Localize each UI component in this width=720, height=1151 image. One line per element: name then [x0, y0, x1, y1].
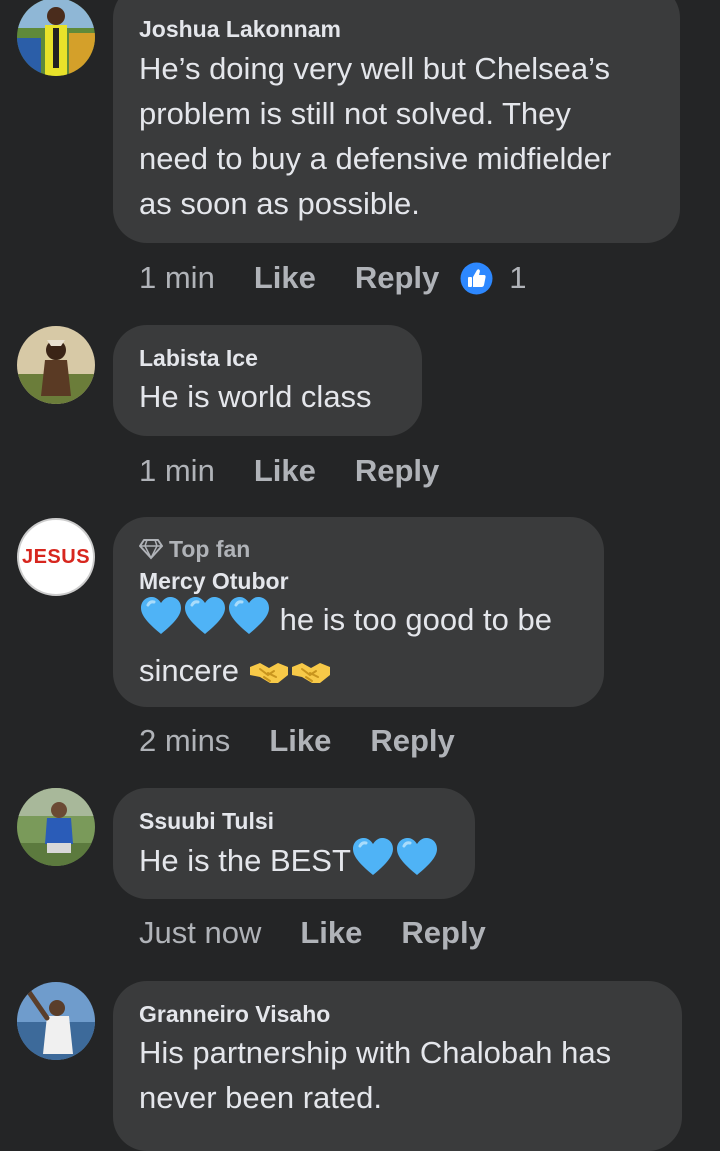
comment-actions: 2 mins Like Reply	[139, 721, 455, 761]
avatar-text: JESUS	[21, 545, 91, 568]
reply-button[interactable]: Reply	[355, 260, 439, 296]
handshake-emoji	[248, 654, 290, 699]
handshake-emoji	[290, 654, 332, 699]
blue-heart-emoji	[139, 596, 183, 648]
reaction-count: 1	[509, 260, 527, 295]
blue-heart-emoji	[395, 837, 439, 889]
comment-bubble: Joshua Lakonnam He’s doing very well but…	[113, 0, 680, 243]
comment-bubble: Labista Ice He is world class	[113, 325, 422, 436]
blue-heart-emoji	[183, 596, 227, 648]
comment-text: His partnership with Chalobah has never …	[139, 1035, 612, 1115]
reply-button[interactable]: Reply	[355, 453, 439, 489]
reply-button[interactable]: Reply	[401, 915, 485, 951]
like-button[interactable]: Like	[300, 915, 362, 951]
comment-text: He’s doing very well but Chelsea’s probl…	[139, 51, 612, 221]
comment-timestamp[interactable]: 1 min	[139, 260, 215, 296]
comment-author[interactable]: Labista Ice	[139, 343, 396, 373]
comment-author[interactable]: Joshua Lakonnam	[139, 14, 654, 44]
comment-author[interactable]: Granneiro Visaho	[139, 999, 656, 1029]
comment-bubble: Ssuubi Tulsi He is the BEST	[113, 788, 475, 899]
comment-bubble: Top fan Mercy Otubor he is too good to b…	[113, 517, 604, 707]
reply-button[interactable]: Reply	[370, 723, 454, 759]
comment-text: he is too good to be sincere	[139, 596, 578, 699]
avatar[interactable]	[17, 326, 95, 404]
reaction-summary[interactable]: 1	[460, 260, 527, 296]
comment-bubble: Granneiro Visaho His partnership with Ch…	[113, 981, 682, 1151]
blue-heart-emoji	[227, 596, 271, 648]
avatar[interactable]: JESUS	[17, 518, 95, 596]
comment-actions: 1 min Like Reply	[139, 451, 439, 491]
comment-timestamp[interactable]: 1 min	[139, 453, 215, 489]
top-fan-label: Top fan	[169, 536, 251, 562]
comment-author[interactable]: Mercy Otubor	[139, 566, 578, 596]
avatar[interactable]	[17, 788, 95, 866]
comment-timestamp[interactable]: Just now	[139, 915, 261, 951]
comment-actions: 1 min Like Reply 1	[139, 258, 527, 298]
avatar[interactable]	[17, 0, 95, 76]
comment-timestamp[interactable]: 2 mins	[139, 723, 230, 759]
like-button[interactable]: Like	[254, 453, 316, 489]
comment-author[interactable]: Ssuubi Tulsi	[139, 806, 449, 836]
comment-actions: Just now Like Reply	[139, 913, 486, 953]
avatar[interactable]	[17, 982, 95, 1060]
like-button[interactable]: Like	[269, 723, 331, 759]
comment-text: He is the BEST	[139, 837, 449, 889]
diamond-icon	[139, 539, 163, 560]
blue-heart-emoji	[351, 837, 395, 889]
like-button[interactable]: Like	[254, 260, 316, 296]
top-fan-badge[interactable]: Top fan	[139, 534, 578, 564]
comment-text: He is world class	[139, 379, 372, 414]
thumbs-up-icon	[460, 262, 493, 294]
